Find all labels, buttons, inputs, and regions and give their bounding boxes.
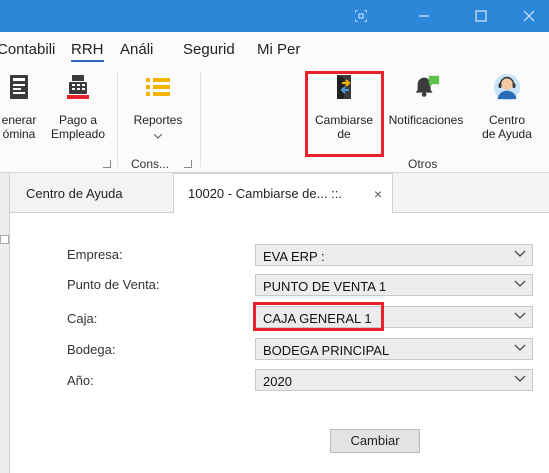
- maximize-button[interactable]: [461, 0, 501, 32]
- chevron-down-icon: [127, 128, 189, 142]
- cambiar-button[interactable]: Cambiar: [330, 429, 420, 453]
- chevron-down-icon: [514, 344, 526, 351]
- label-empresa: Empresa:: [67, 247, 123, 262]
- chevron-down-icon: [514, 280, 526, 287]
- group-label-otros: Otros: [408, 157, 438, 171]
- focus-mode-icon: [355, 10, 367, 22]
- help-agent-icon: [493, 73, 521, 101]
- maximize-icon: [475, 10, 487, 22]
- select-anio[interactable]: 2020: [255, 369, 533, 391]
- centro-ayuda-label-2: de Ayuda: [482, 127, 532, 141]
- label-bodega: Bodega:: [67, 342, 116, 357]
- select-value: PUNTO DE VENTA 1: [263, 279, 387, 294]
- generar-nomina-label-1: enerar: [1, 113, 37, 127]
- cash-register-icon: [64, 73, 92, 101]
- menu-tab-rrh[interactable]: RRH: [71, 41, 104, 62]
- label-anio: Año:: [67, 373, 94, 388]
- menu-tab-mi-perfil[interactable]: Mi Per: [257, 41, 300, 58]
- pago-empleado-label-1: Pago a: [58, 113, 98, 127]
- title-bar: [0, 0, 549, 32]
- minimize-button[interactable]: [404, 0, 444, 32]
- notification-bell-icon: [412, 73, 440, 101]
- close-tab-icon[interactable]: ×: [374, 186, 382, 202]
- close-window-button[interactable]: [509, 0, 549, 32]
- chevron-down-icon: [514, 312, 526, 319]
- focus-mode-button[interactable]: [341, 0, 381, 32]
- centro-ayuda-label-1: Centro: [488, 113, 526, 127]
- tab-cambiarse-de[interactable]: 10020 - Cambiarse de... ::. ×: [173, 173, 393, 214]
- select-empresa[interactable]: EVA ERP :: [255, 244, 533, 266]
- select-bodega[interactable]: BODEGA PRINCIPAL: [255, 338, 533, 360]
- select-value: BODEGA PRINCIPAL: [263, 343, 390, 358]
- centro-ayuda-button[interactable]: Centro de Ayuda: [474, 73, 540, 141]
- menu-tab-contabilidad[interactable]: Contabili: [0, 41, 55, 58]
- generar-nomina-label-2: ómina: [2, 127, 36, 141]
- list-icon: [144, 73, 172, 101]
- pago-empleado-label-2: Empleado: [50, 127, 106, 141]
- highlight-box-caja: [253, 302, 384, 331]
- highlight-box-cambiarse: [305, 71, 384, 157]
- pin-icon[interactable]: [0, 235, 9, 244]
- generar-nomina-button[interactable]: enerar ómina: [0, 73, 44, 141]
- close-icon: [523, 10, 535, 22]
- select-value: 2020: [263, 374, 292, 389]
- pago-empleado-button[interactable]: Pago a Empleado: [48, 73, 108, 141]
- tab-centro-de-ayuda[interactable]: Centro de Ayuda: [16, 173, 174, 214]
- label-caja: Caja:: [67, 311, 98, 326]
- receipt-icon: [5, 73, 33, 101]
- select-value: EVA ERP :: [263, 249, 325, 264]
- reportes-button[interactable]: Reportes: [127, 73, 189, 142]
- tab-label: Centro de Ayuda: [26, 186, 123, 201]
- chevron-down-icon: [514, 250, 526, 257]
- document-tabs: Centro de Ayuda 10020 - Cambiarse de... …: [10, 173, 549, 214]
- reportes-label: Reportes: [133, 113, 183, 127]
- chevron-down-icon: [514, 375, 526, 382]
- minimize-icon: [419, 15, 429, 17]
- group-label-consultas: Cons...: [131, 157, 170, 171]
- menu-tab-seguridad[interactable]: Segurid: [183, 41, 235, 58]
- ribbon: enerar ómina Pago a Empleado Reportes Co…: [0, 65, 549, 173]
- ribbon-separator: [200, 71, 201, 167]
- group-launcher-icon[interactable]: [184, 160, 192, 168]
- select-punto-de-venta[interactable]: PUNTO DE VENTA 1: [255, 274, 533, 296]
- group-launcher-icon[interactable]: [103, 160, 111, 168]
- ribbon-separator: [117, 71, 118, 167]
- left-panel-strip[interactable]: [0, 173, 10, 473]
- notificaciones-label: Notificaciones: [388, 113, 464, 127]
- menu-bar: Contabili RRH Análi Segurid Mi Per: [0, 32, 549, 65]
- menu-tab-analisis[interactable]: Análi: [120, 41, 153, 58]
- notificaciones-button[interactable]: Notificaciones: [383, 73, 469, 127]
- tab-label: 10020 - Cambiarse de... ::.: [188, 186, 342, 201]
- label-punto-de-venta: Punto de Venta:: [67, 277, 160, 292]
